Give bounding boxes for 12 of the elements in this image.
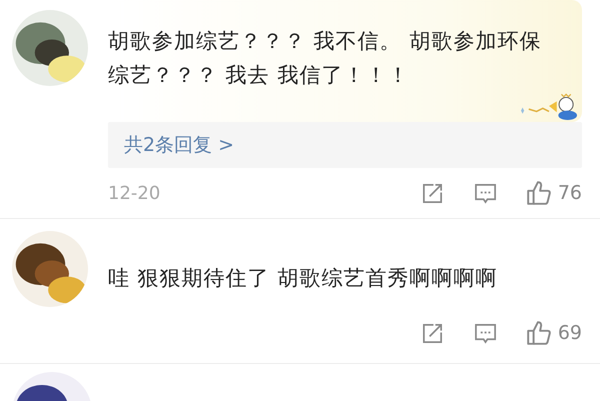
like-count: 76 — [558, 182, 582, 204]
thumbs-up-icon[interactable] — [526, 320, 552, 346]
comment-icon[interactable] — [474, 182, 497, 204]
like-count: 69 — [558, 322, 582, 344]
thumbs-up-icon[interactable] — [526, 180, 552, 206]
comment-text: 哇 狠狠期待住了 胡歌综艺首秀啊啊啊啊 — [108, 265, 498, 292]
comment-date: 12-20 — [108, 182, 162, 204]
share-icon[interactable] — [420, 322, 444, 344]
comment-text: 胡歌参加综艺？？？ 我不信。 胡歌参加环保综艺？？？ 我去 我信了！！！ — [108, 28, 542, 89]
share-icon[interactable] — [420, 182, 444, 204]
replies-link[interactable]: 共2条回复 > — [108, 122, 582, 168]
comment-icon[interactable] — [474, 322, 497, 344]
